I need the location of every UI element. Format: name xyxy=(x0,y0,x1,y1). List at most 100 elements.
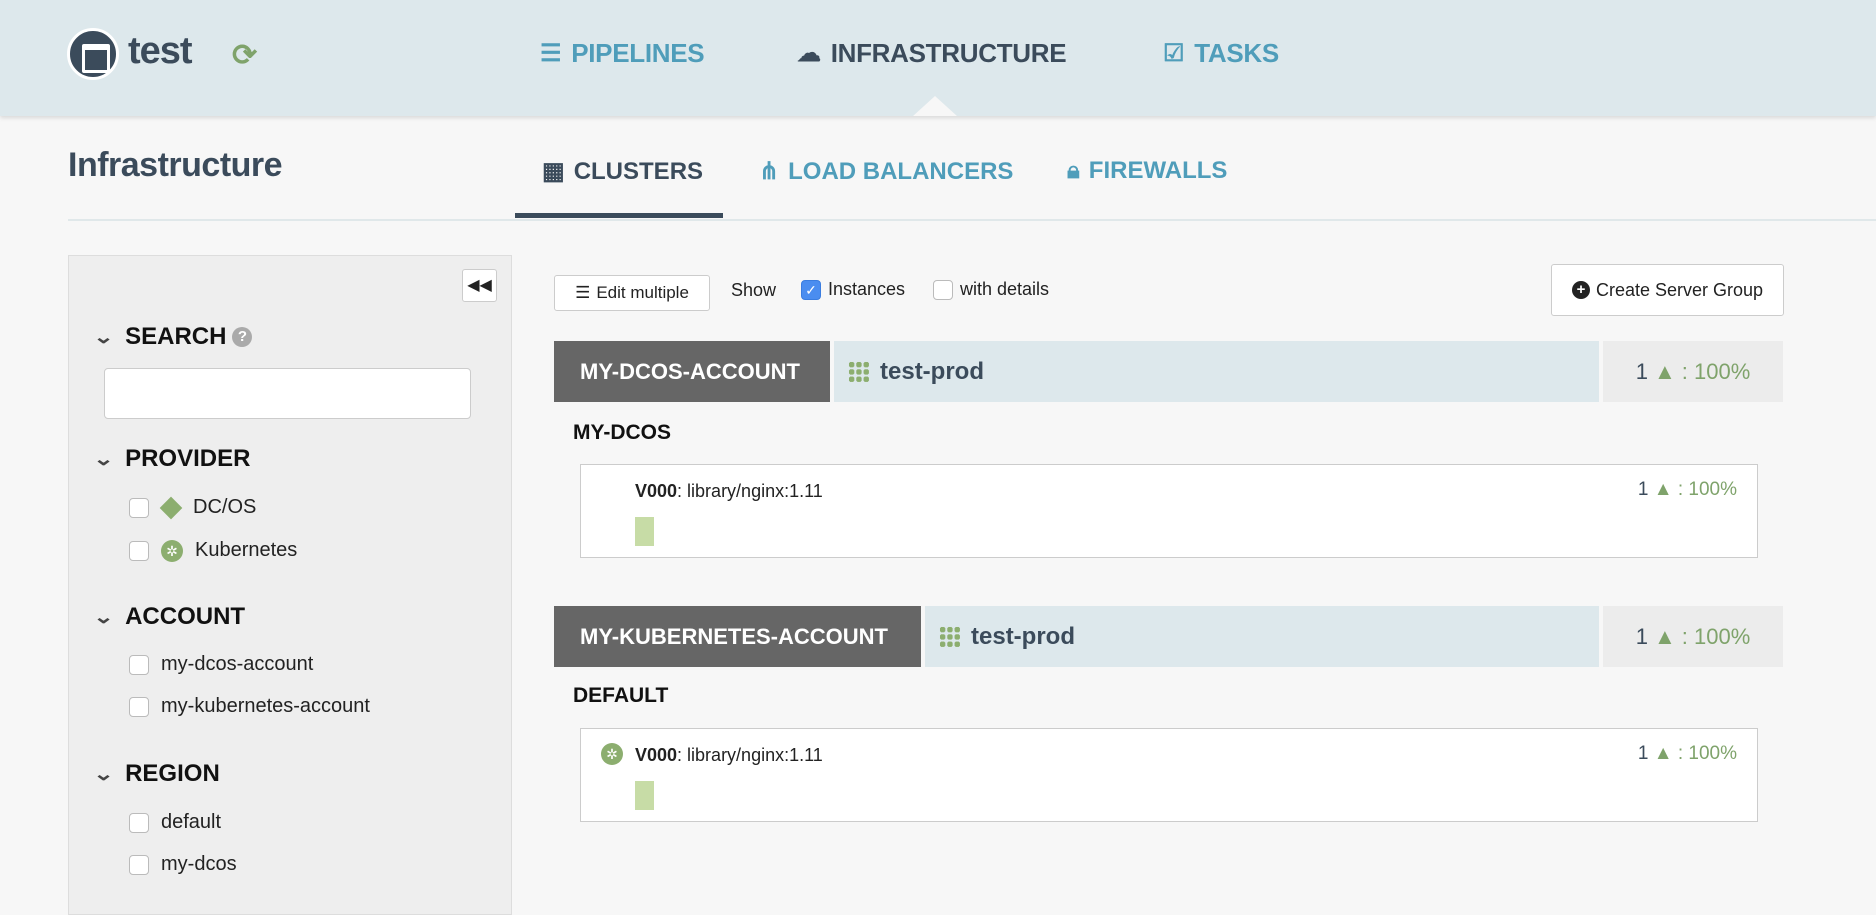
filter-label: my-dcos xyxy=(161,853,237,875)
checkbox[interactable] xyxy=(933,279,953,300)
instance-count: 1 xyxy=(1637,479,1649,500)
th-large-icon: ▦ xyxy=(542,158,565,185)
th-icon xyxy=(939,625,961,648)
server-group-health: 1 ▲ : 100% xyxy=(1638,479,1737,501)
active-tab-underline xyxy=(515,213,723,218)
region-filter[interactable]: my-dcos xyxy=(129,853,237,876)
tab-clusters[interactable]: ▦ CLUSTERS xyxy=(542,157,703,186)
up-triangle-icon: ▲ xyxy=(1653,623,1676,649)
server-group-title: V000: library/nginx:1.11 xyxy=(635,481,823,502)
nav-label: INFRASTRUCTURE xyxy=(830,38,1067,68)
provider-kubernetes-filter[interactable]: ✲ Kubernetes xyxy=(129,539,297,562)
health-percent: : 100% xyxy=(1681,358,1751,384)
help-icon[interactable]: ? xyxy=(232,327,253,347)
create-server-group-button[interactable]: + Create Server Group xyxy=(1551,264,1784,316)
filter-label: my-dcos-account xyxy=(161,653,314,675)
instance-healthy[interactable] xyxy=(635,781,654,810)
account-label: MY-DCOS-ACCOUNT xyxy=(554,341,830,402)
chevron-down-icon: ⌄ xyxy=(92,448,115,469)
nav-infrastructure[interactable]: ☁ INFRASTRUCTURE xyxy=(797,38,1067,69)
list-icon: ☰ xyxy=(540,40,562,67)
list-icon: ☰ xyxy=(575,283,591,302)
tab-firewalls[interactable]: 🔒︎ FIREWALLS xyxy=(1067,157,1227,185)
checkbox[interactable] xyxy=(129,540,149,561)
collapse-sidebar-button[interactable]: ◀◀ xyxy=(462,269,497,302)
checkbox[interactable] xyxy=(129,696,149,717)
server-group[interactable]: V000: library/nginx:1.11 1 ▲ : 100% xyxy=(580,464,1758,558)
instance-count: 1 xyxy=(1637,743,1649,764)
server-group[interactable]: ✲ V000: library/nginx:1.11 1 ▲ : 100% xyxy=(580,728,1758,822)
tab-load-balancers[interactable]: ⋔ LOAD BALANCERS xyxy=(759,157,1013,186)
tab-label: CLUSTERS xyxy=(573,157,704,185)
edit-multiple-button[interactable]: ☰ Edit multiple xyxy=(554,275,710,311)
cluster-health: 1 ▲: 100% xyxy=(1603,341,1783,402)
up-triangle-icon: ▲ xyxy=(1653,358,1676,384)
divider xyxy=(68,219,1876,221)
cluster-name[interactable]: test-prod xyxy=(834,341,1599,402)
account-label: MY-KUBERNETES-ACCOUNT xyxy=(554,606,921,667)
cluster-header[interactable]: MY-KUBERNETES-ACCOUNT test-prod 1 ▲: 100% xyxy=(554,606,1783,667)
filter-label: my-kubernetes-account xyxy=(161,695,370,717)
instances-toggle[interactable]: ✓ Instances xyxy=(801,279,905,300)
tab-label: FIREWALLS xyxy=(1088,157,1228,184)
account-filter[interactable]: my-kubernetes-account xyxy=(129,695,370,718)
up-triangle-icon: ▲ xyxy=(1653,743,1673,764)
check-square-icon: ☑ xyxy=(1163,40,1185,67)
filter-label: DC/OS xyxy=(193,496,257,518)
provider-section-header[interactable]: ⌄ PROVIDER xyxy=(92,445,250,473)
nav-pipelines[interactable]: ☰ PIPELINES xyxy=(540,38,705,69)
server-group-title: V000: library/nginx:1.11 xyxy=(635,745,823,766)
account-section-header[interactable]: ⌄ ACCOUNT xyxy=(93,603,245,631)
region-heading: MY-DCOS xyxy=(573,421,672,444)
health-percent: : 100% xyxy=(1677,479,1737,500)
image: : library/nginx:1.11 xyxy=(677,745,823,765)
region-section-header[interactable]: ⌄ REGION xyxy=(93,760,220,788)
version: V000 xyxy=(635,481,678,501)
section-label: SEARCH xyxy=(125,323,227,350)
nav-label: TASKS xyxy=(1194,38,1279,68)
up-triangle-icon: ▲ xyxy=(1653,479,1673,500)
section-label: REGION xyxy=(125,760,220,787)
cluster-name[interactable]: test-prod xyxy=(925,606,1599,667)
sitemap-icon: ⋔ xyxy=(759,158,780,185)
checkbox-checked[interactable]: ✓ xyxy=(801,279,821,300)
account-filter[interactable]: my-dcos-account xyxy=(129,653,313,676)
checkbox[interactable] xyxy=(129,654,149,675)
search-section-header[interactable]: ⌄ SEARCH? xyxy=(93,323,253,351)
th-icon xyxy=(848,360,870,383)
filter-label: default xyxy=(161,811,222,833)
region-filter[interactable]: default xyxy=(129,811,221,834)
checkbox[interactable] xyxy=(129,854,149,875)
nav-tasks[interactable]: ☑ TASKS xyxy=(1163,38,1279,69)
cluster-header[interactable]: MY-DCOS-ACCOUNT test-prod 1 ▲: 100% xyxy=(554,341,1783,402)
refresh-icon[interactable]: ⟳ xyxy=(232,38,257,73)
provider-dcos-filter[interactable]: DC/OS xyxy=(129,496,256,519)
app-title[interactable]: test xyxy=(128,30,193,73)
instance-count: 1 xyxy=(1635,623,1648,649)
filter-label: Kubernetes xyxy=(195,539,298,561)
instance-healthy[interactable] xyxy=(635,517,654,546)
checkbox[interactable] xyxy=(129,497,149,518)
tab-label: LOAD BALANCERS xyxy=(788,157,1014,185)
cloud-icon: ☁ xyxy=(797,40,821,67)
health-percent: : 100% xyxy=(1677,743,1737,764)
server-group-health: 1 ▲ : 100% xyxy=(1638,743,1737,765)
lock-icon: 🔒︎ xyxy=(1067,157,1080,184)
cluster-health: 1 ▲: 100% xyxy=(1603,606,1783,667)
cluster-name-text: test-prod xyxy=(971,622,1075,650)
button-label: Edit multiple xyxy=(596,283,689,302)
search-input[interactable] xyxy=(104,368,471,419)
health-percent: : 100% xyxy=(1681,623,1751,649)
toggle-label: with details xyxy=(960,279,1050,299)
region-heading: DEFAULT xyxy=(573,684,669,707)
with-details-toggle[interactable]: with details xyxy=(933,279,1049,300)
checkbox[interactable] xyxy=(129,812,149,833)
active-nav-caret xyxy=(913,96,957,116)
app-logo-icon xyxy=(67,28,119,80)
cluster-name-text: test-prod xyxy=(880,357,984,385)
kubernetes-icon: ✲ xyxy=(161,539,183,562)
button-label: Create Server Group xyxy=(1595,279,1764,300)
kubernetes-icon: ✲ xyxy=(601,743,623,765)
plus-circle-icon: + xyxy=(1571,281,1590,299)
image: : library/nginx:1.11 xyxy=(677,481,823,501)
